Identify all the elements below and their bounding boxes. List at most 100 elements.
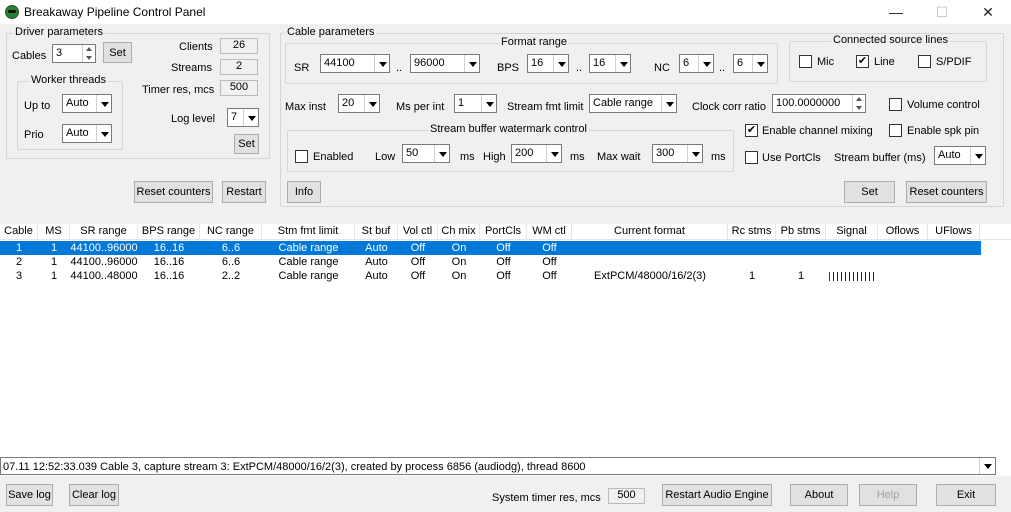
stream-buffer-dropdown[interactable]: Auto (934, 146, 986, 165)
max-inst-dropdown[interactable]: 20 (338, 94, 380, 113)
sr-range-separator: .. (396, 62, 403, 74)
table-row[interactable]: 3 1 44100..48000 16..16 2..2 Cable range Auto O… (0, 269, 981, 283)
minimize-button[interactable]: — (873, 0, 919, 24)
column-header-ms[interactable]: MS (38, 224, 70, 240)
cell-ms: 1 (50, 270, 58, 282)
close-button[interactable]: ✕ (965, 0, 1011, 24)
chevron-down-icon (687, 145, 702, 162)
ms-per-int-dropdown[interactable]: 1 (454, 94, 497, 113)
column-header-current-format[interactable]: Current format (572, 224, 728, 240)
cable-set-button[interactable]: Set (844, 181, 895, 203)
column-header-stm-fmt-limit[interactable]: Stm fmt limit (262, 224, 355, 240)
save-log-button[interactable]: Save log (6, 484, 53, 506)
clients-value: 26 (220, 38, 258, 54)
stream-fmt-limit-dropdown[interactable]: Cable range (589, 94, 677, 113)
column-header-nc-range[interactable]: NC range (200, 224, 262, 240)
restart-button[interactable]: Restart (222, 181, 266, 203)
restart-audio-engine-button[interactable]: Restart Audio Engine (662, 484, 772, 506)
spinner-arrows-icon[interactable] (82, 45, 95, 62)
up-to-dropdown[interactable]: Auto (62, 94, 112, 113)
chevron-down-icon (374, 55, 389, 72)
chevron-down-icon (615, 55, 630, 72)
column-header-vol-ctl[interactable]: Vol ctl (398, 224, 438, 240)
prio-dropdown[interactable]: Auto (62, 124, 112, 143)
chevron-down-icon (364, 95, 379, 112)
watermark-enabled-checkbox[interactable] (295, 150, 308, 163)
column-header-cable[interactable]: Cable (0, 224, 38, 240)
spinner-arrows-icon[interactable] (852, 95, 865, 112)
about-button[interactable]: About (790, 484, 848, 506)
cell-st-buf: Auto (365, 270, 388, 282)
max-wait-label: Max wait (597, 151, 641, 163)
cell-wm-ctl: Off (542, 270, 557, 282)
clear-log-button[interactable]: Clear log (69, 484, 119, 506)
column-header-ch-mix[interactable]: Ch mix (438, 224, 480, 240)
use-portcls-checkbox[interactable] (745, 151, 758, 164)
column-header-signal[interactable]: Signal (826, 224, 878, 240)
column-header-uflows[interactable]: UFlows (928, 224, 980, 240)
cell-wm-ctl: Off (542, 242, 557, 254)
table-row[interactable]: 2 1 44100..96000 16..16 6..6 Cable range Auto O… (0, 255, 981, 269)
nc-min-dropdown[interactable]: 6 (679, 54, 714, 73)
watermark-enabled-label: Enabled (313, 151, 354, 163)
line-checkbox[interactable]: ✔ (856, 55, 869, 68)
cables-spinner[interactable]: 3 (52, 44, 96, 63)
cell-bps-range: 16..16 (153, 270, 185, 282)
stream-buffer-label: Stream buffer (ms) (834, 152, 926, 164)
table-row[interactable]: 1 1 44100..96000 16..16 6..6 Cable range Auto O… (0, 241, 981, 255)
column-header-st-buf[interactable]: St buf (355, 224, 398, 240)
cell-pb-stms: 1 (797, 270, 805, 282)
spdif-label: S/PDIF (936, 56, 972, 68)
cables-value: 3 (56, 47, 63, 59)
enable-channel-mixing-checkbox[interactable]: ✔ (745, 124, 758, 137)
clock-corr-ratio-spinner[interactable]: 100.0000000 (772, 94, 866, 113)
enable-spk-pin-checkbox[interactable] (889, 124, 902, 137)
nc-max-dropdown[interactable]: 6 (733, 54, 768, 73)
watermark-control-label: Stream buffer watermark control (428, 123, 589, 135)
cell-sr-range: 44100..48000 (70, 270, 138, 282)
format-range-label: Format range (499, 36, 570, 48)
driver-reset-counters-button[interactable]: Reset counters (134, 181, 213, 203)
clients-label: Clients (179, 41, 213, 53)
signal-level-meter (829, 272, 877, 281)
cables-set-button[interactable]: Set (103, 42, 132, 63)
cable-reset-counters-button[interactable]: Reset counters (906, 181, 987, 203)
column-header-rc-stms[interactable]: Rc stms (728, 224, 776, 240)
cell-cable: 1 (15, 242, 23, 254)
column-header-sr-range[interactable]: SR range (70, 224, 138, 240)
bps-min-dropdown[interactable]: 16 (527, 54, 569, 73)
cables-label: Cables (12, 50, 47, 62)
signal-bar (833, 272, 834, 281)
chevron-down-icon (698, 55, 713, 72)
high-dropdown[interactable]: 200 (511, 144, 562, 163)
cell-portcls: Off (496, 242, 511, 254)
mic-checkbox[interactable] (799, 55, 812, 68)
sr-label: SR (294, 62, 310, 74)
column-header-pb-stms[interactable]: Pb stms (776, 224, 826, 240)
cable-parameters-label: Cable parameters (285, 26, 377, 38)
column-header-oflows[interactable]: Oflows (878, 224, 928, 240)
maximize-button[interactable]: ☐ (919, 0, 965, 24)
volume-control-checkbox[interactable] (889, 98, 902, 111)
chevron-down-icon (970, 147, 985, 164)
sr-max-dropdown[interactable]: 96000 (410, 54, 480, 73)
cell-cable: 2 (15, 256, 23, 268)
column-header-wm-ctl[interactable]: WM ctl (527, 224, 572, 240)
exit-button[interactable]: Exit (936, 484, 996, 506)
line-label: Line (874, 56, 895, 68)
chevron-down-icon[interactable] (979, 458, 996, 474)
help-button[interactable]: Help (859, 484, 917, 506)
log-dropdown[interactable]: 07.11 12:52:33.039 Cable 3, capture stre… (0, 457, 996, 475)
column-header-bps-range[interactable]: BPS range (138, 224, 200, 240)
cell-sr-range: 44100..96000 (70, 242, 138, 254)
bps-max-dropdown[interactable]: 16 (589, 54, 631, 73)
max-wait-dropdown[interactable]: 300 (652, 144, 703, 163)
log-level-dropdown[interactable]: 7 (227, 108, 259, 127)
low-dropdown[interactable]: 50 (402, 144, 450, 163)
cell-st-buf: Auto (365, 256, 388, 268)
info-button[interactable]: Info (287, 181, 321, 203)
sr-min-dropdown[interactable]: 44100 (320, 54, 390, 73)
log-level-set-button[interactable]: Set (234, 134, 259, 154)
spdif-checkbox[interactable] (918, 55, 931, 68)
column-header-portcls[interactable]: PortCls (480, 224, 527, 240)
